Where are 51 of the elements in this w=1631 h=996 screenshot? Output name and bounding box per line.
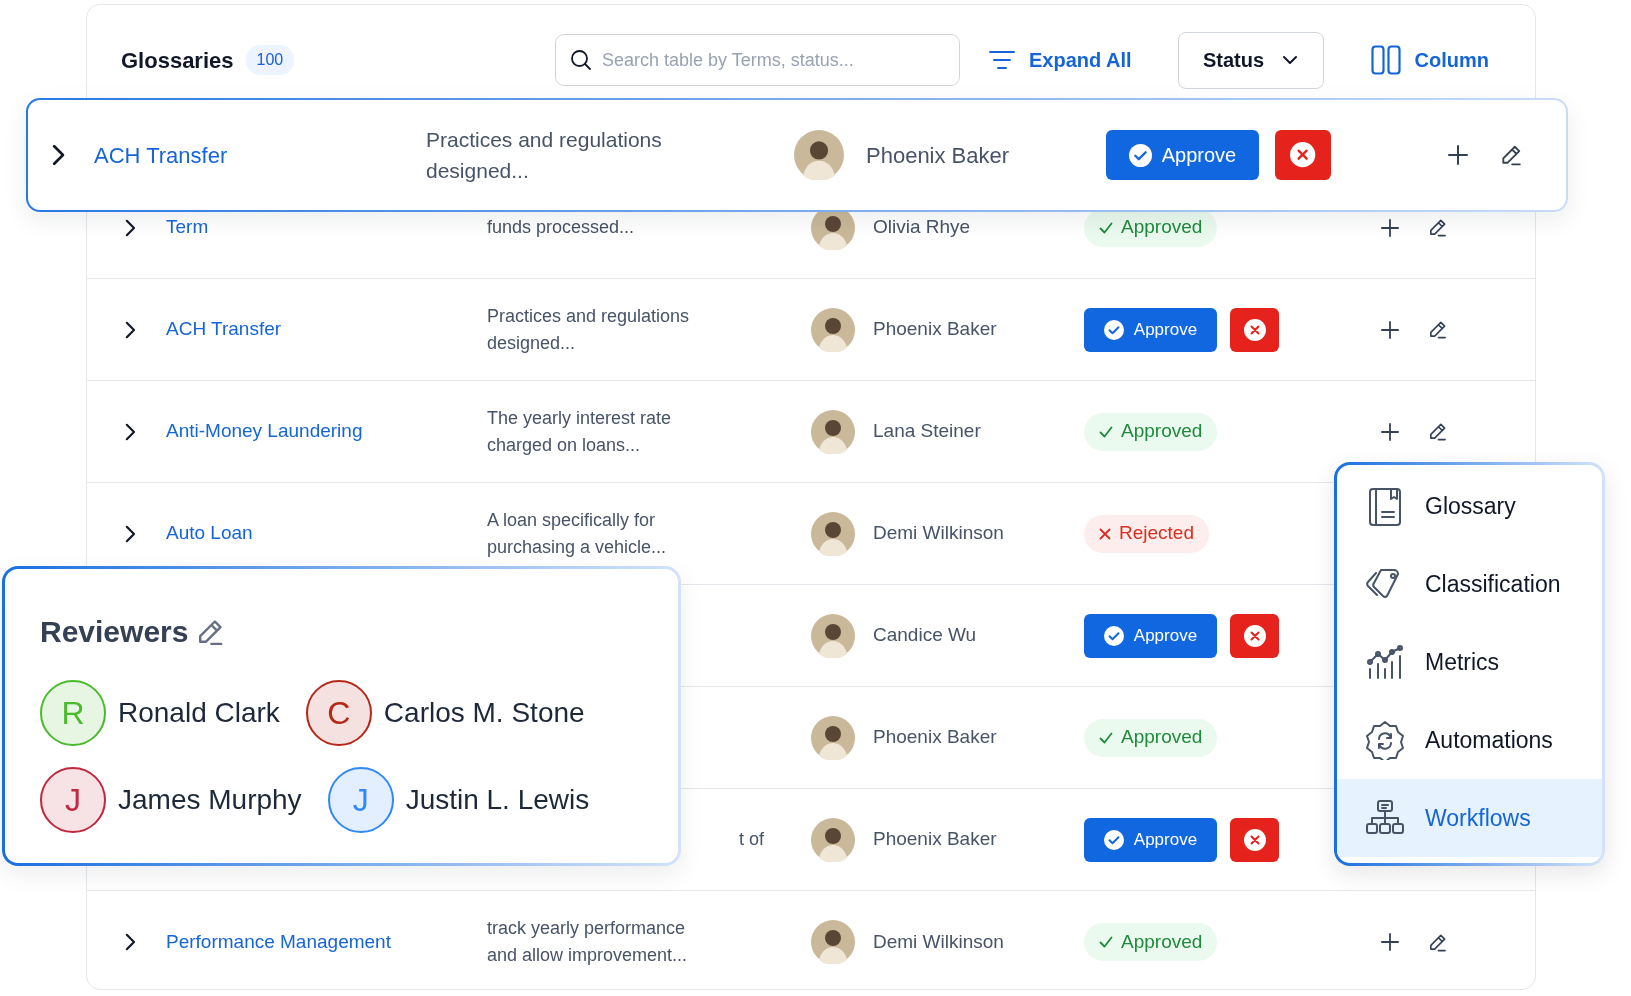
reviewer-name: Candice Wu (873, 623, 977, 648)
initial-avatar: J (40, 767, 106, 833)
reviewer-name: Lana Steiner (873, 419, 981, 444)
status-dropdown[interactable]: Status (1177, 31, 1324, 89)
description-text: The yearly interest rate charged on loans... (487, 406, 672, 457)
reviewer-name: Ronald Clark (118, 696, 280, 730)
description-text: funds processed... (487, 216, 635, 239)
expand-all-button[interactable]: Expand All (988, 45, 1132, 75)
approve-button[interactable]: Approve (1084, 307, 1217, 352)
status-label: Approved (1121, 215, 1203, 240)
description-text: track yearly performance and allow improvement... (487, 917, 688, 967)
initial-avatar: J (327, 767, 394, 833)
initial-avatar: R (40, 680, 106, 746)
menu-item[interactable]: Classification (1337, 545, 1602, 623)
count-badge: 100 (245, 45, 295, 75)
menu-item[interactable]: Automations (1337, 701, 1602, 779)
term-link[interactable]: Term (166, 216, 209, 238)
approve-button[interactable]: Approve (1106, 130, 1259, 180)
description-text: Practices and regulations designed... (487, 304, 690, 355)
panel-title: Reviewers (40, 614, 189, 650)
description-text: A loan specifically for purchasing a vehicle... (487, 508, 667, 559)
reviewer-name: Carlos M. Stone (383, 696, 585, 730)
search-field[interactable]: Search table by Terms, status... (554, 34, 960, 86)
description-text: t of (738, 828, 765, 851)
reviewer-name: James Murphy (118, 783, 302, 817)
menu-item[interactable]: Metrics (1337, 623, 1602, 701)
reviewer-name: Phoenix Baker (873, 317, 997, 342)
term-link[interactable]: ACH Transfer (166, 318, 282, 340)
menu-item[interactable]: Glossary (1337, 467, 1602, 545)
term-link[interactable]: Performance Management (166, 930, 391, 952)
description-text: Practices and regulations designed... (426, 127, 662, 184)
status-label: Approved (1121, 725, 1203, 750)
column-button[interactable]: Column (1370, 45, 1489, 75)
approve-button[interactable]: Approve (1084, 817, 1217, 862)
status-label: Rejected (1119, 521, 1194, 546)
menu-item[interactable]: Workflows (1337, 779, 1602, 857)
status-label: Approved (1121, 929, 1203, 954)
reviewer-name: Demi Wilkinson (873, 521, 1004, 546)
status-label: Approved (1121, 419, 1203, 444)
term-link[interactable]: ACH Transfer (94, 142, 228, 168)
reviewer-name: Demi Wilkinson (873, 929, 1004, 954)
term-link[interactable]: Anti-Money Laundering (166, 420, 363, 442)
reviewer-name: Phoenix Baker (873, 827, 997, 852)
reviewer-name: Olivia Rhye (873, 215, 971, 240)
reviewer-name: Justin L. Lewis (405, 783, 590, 817)
approve-button[interactable]: Approve (1084, 613, 1217, 658)
table-title: Glossaries (121, 46, 234, 75)
term-link[interactable]: Auto Loan (166, 522, 253, 544)
initial-avatar: C (305, 680, 372, 746)
reviewer-name: Phoenix Baker (866, 141, 1010, 170)
reviewer-name: Phoenix Baker (873, 725, 997, 750)
